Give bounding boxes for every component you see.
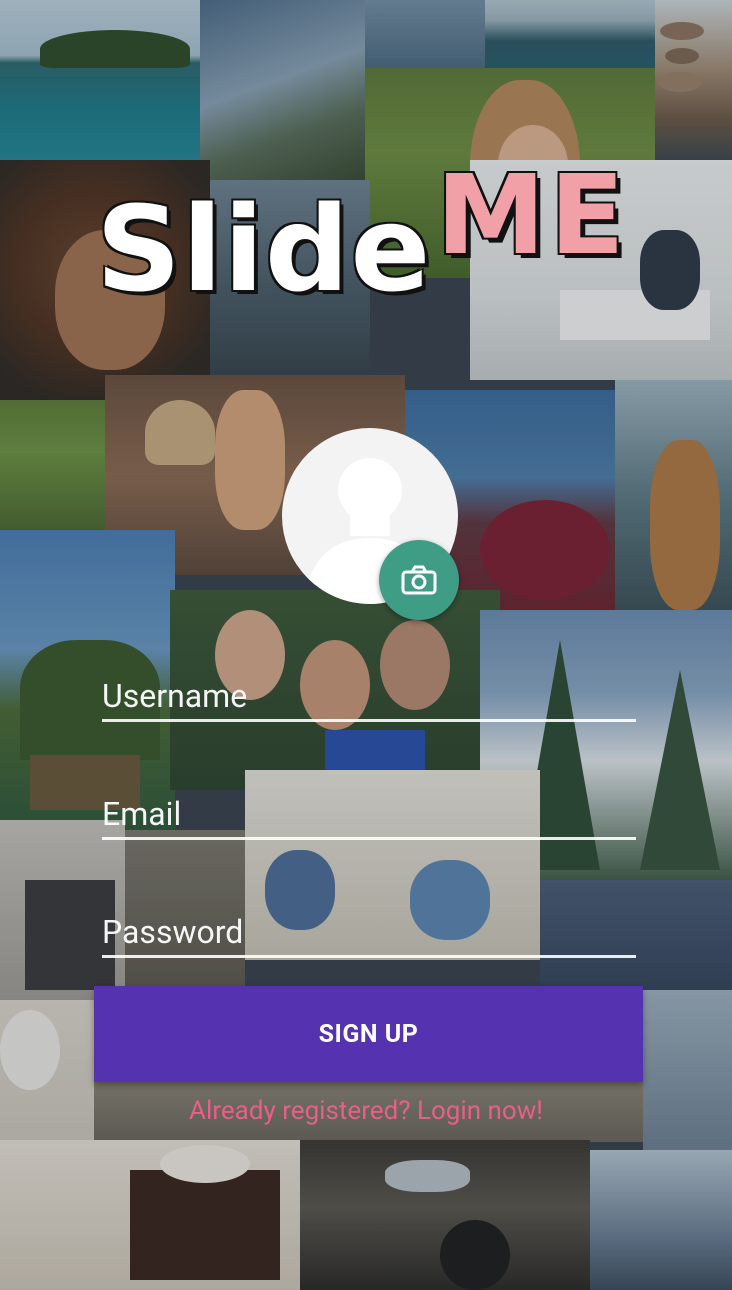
logo-text-me: ME <box>436 151 629 279</box>
app-logo: Slide ME <box>96 150 696 350</box>
password-field[interactable] <box>102 898 636 958</box>
login-link[interactable]: Already registered? Login now! <box>0 1096 732 1126</box>
username-field[interactable] <box>102 662 636 722</box>
username-input[interactable] <box>102 662 636 719</box>
email-input[interactable] <box>102 780 636 837</box>
email-field[interactable] <box>102 780 636 840</box>
password-input[interactable] <box>102 898 636 955</box>
camera-icon <box>401 565 437 595</box>
change-photo-button[interactable] <box>379 540 459 620</box>
sign-up-button[interactable]: SIGN UP <box>94 986 643 1082</box>
logo-text-slide: Slide <box>96 180 432 318</box>
